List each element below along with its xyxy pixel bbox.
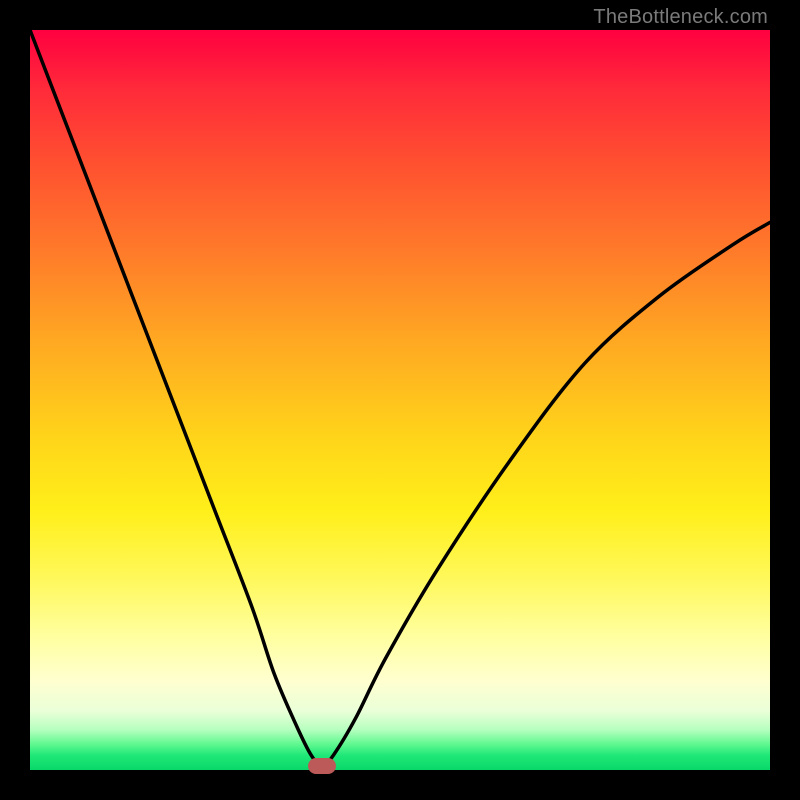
chart-frame: TheBottleneck.com	[0, 0, 800, 800]
curve-path	[30, 30, 770, 766]
plot-area	[30, 30, 770, 770]
optimum-marker	[308, 758, 336, 774]
watermark-text: TheBottleneck.com	[593, 6, 768, 29]
bottleneck-curve	[30, 30, 770, 770]
